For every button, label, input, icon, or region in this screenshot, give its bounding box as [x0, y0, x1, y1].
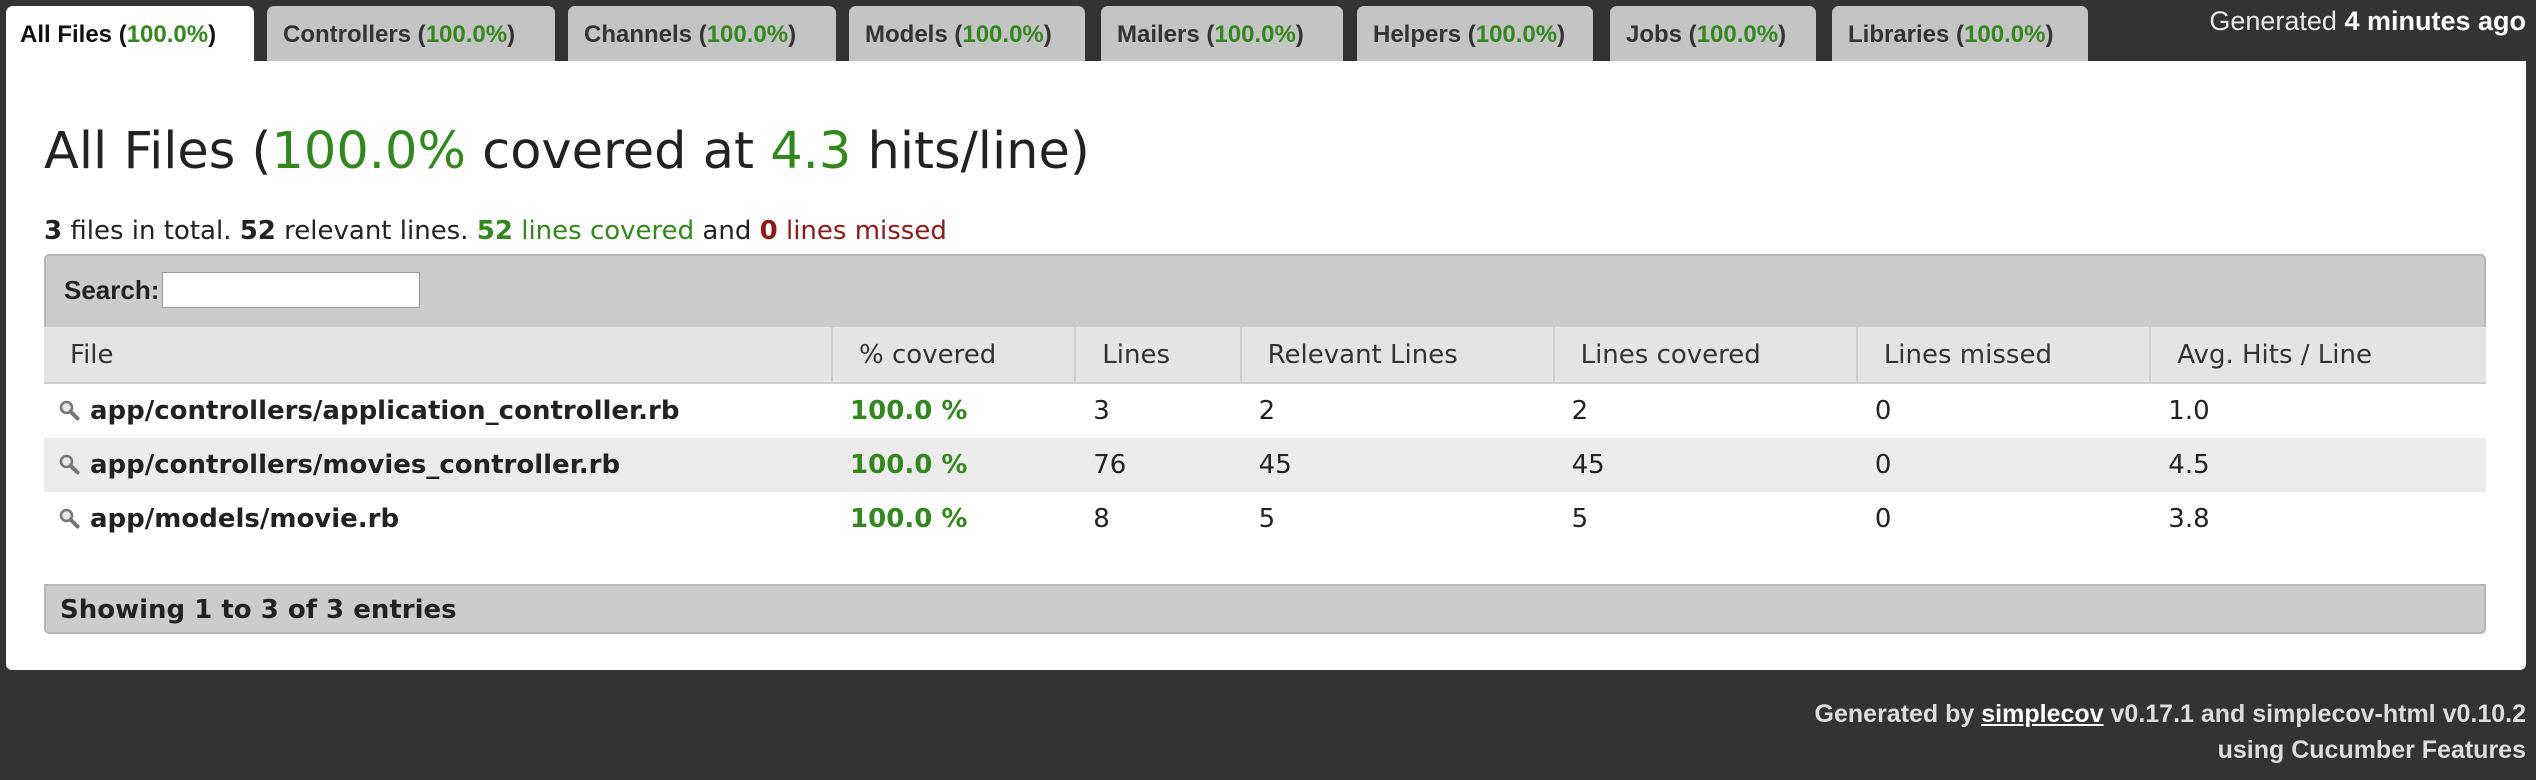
tab-mailers[interactable]: Mailers (100.0%): [1101, 6, 1343, 62]
lines-missed-cell: 0: [1856, 438, 2151, 492]
missed-text: lines missed: [777, 216, 947, 246]
covered-text: lines covered: [512, 216, 695, 246]
tab-label: Mailers: [1117, 21, 1200, 48]
avg-hits-cell: 1.0: [2150, 383, 2486, 438]
relevant-cell: 45: [1240, 438, 1554, 492]
tab-pct: 100.0%: [1696, 21, 1779, 48]
column-header-file[interactable]: File: [44, 327, 834, 384]
generated-timestamp: Generated 4 minutes ago: [2209, 6, 2526, 37]
column-header-lines-covered[interactable]: Lines covered: [1553, 327, 1858, 384]
covered-cell: 100.0 %: [832, 383, 1076, 438]
tab-pct: 100.0%: [1475, 21, 1558, 48]
relevant-cell: 2: [1240, 383, 1554, 438]
column-header-relevant[interactable]: Relevant Lines: [1240, 327, 1555, 384]
credits-prefix: Generated by: [1814, 700, 1982, 728]
simplecov-link[interactable]: simplecov: [1981, 700, 2103, 728]
table-row: app/controllers/movies_controller.rb 100…: [44, 438, 2486, 492]
generated-prefix: Generated: [2209, 6, 2345, 36]
column-header-lines-missed[interactable]: Lines missed: [1856, 327, 2152, 384]
tab-pct: 100.0%: [126, 21, 209, 48]
title-prefix: All Files (: [44, 122, 272, 181]
tab-label: Channels: [584, 21, 693, 48]
covered-cell: 100.0 %: [832, 492, 1076, 546]
column-header-covered[interactable]: % covered: [832, 327, 1077, 384]
lines-cell: 3: [1075, 383, 1241, 438]
title-hits: 4.3: [770, 122, 852, 181]
magnifier-icon: [59, 400, 80, 421]
tab-helpers[interactable]: Helpers (100.0%): [1357, 6, 1593, 62]
relevant-count: 52: [239, 216, 276, 246]
column-header-lines[interactable]: Lines: [1075, 327, 1242, 384]
table-row: app/models/movie.rb 100.0 % 8 5 5 0 3.8: [44, 492, 2486, 546]
tab-jobs[interactable]: Jobs (100.0%): [1610, 6, 1816, 62]
file-cell[interactable]: app/models/movie.rb: [44, 492, 833, 546]
table-footer: Showing 1 to 3 of 3 entries: [44, 584, 2486, 634]
credits-line-1: Generated by simplecov v0.17.1 and simpl…: [1815, 696, 2526, 732]
coverage-panel: All Files (100.0% covered at 4.3 hits/li…: [6, 61, 2526, 670]
table-row: app/controllers/application_controller.r…: [44, 383, 2486, 438]
file-link[interactable]: app/controllers/application_controller.r…: [90, 396, 679, 426]
files-table: File % covered Lines Relevant Lines Line…: [44, 327, 2486, 546]
tab-label: Libraries: [1848, 21, 1950, 48]
tab-label: Controllers: [283, 21, 412, 48]
tab-pct: 100.0%: [962, 21, 1044, 48]
covered-count: 52: [476, 216, 513, 246]
tab-label: Helpers: [1373, 21, 1462, 48]
title-coverage-pct: 100.0%: [271, 122, 466, 181]
files-count: 3: [44, 216, 63, 246]
lines-cell: 8: [1075, 492, 1241, 546]
file-cell[interactable]: app/controllers/application_controller.r…: [44, 383, 833, 438]
lines-cell: 76: [1075, 438, 1241, 492]
page-title: All Files (100.0% covered at 4.3 hits/li…: [44, 117, 1090, 187]
file-link[interactable]: app/models/movie.rb: [90, 504, 399, 534]
magnifier-icon: [59, 454, 80, 475]
file-cell[interactable]: app/controllers/movies_controller.rb: [44, 438, 833, 492]
lines-covered-cell: 45: [1553, 438, 1857, 492]
credits: Generated by simplecov v0.17.1 and simpl…: [1815, 696, 2526, 768]
avg-hits-cell: 3.8: [2150, 492, 2486, 546]
credits-line-2: using Cucumber Features: [2217, 736, 2526, 764]
column-header-avg-hits[interactable]: Avg. Hits / Line: [2150, 327, 2486, 384]
lines-missed-cell: 0: [1856, 383, 2151, 438]
search-label: Search:: [64, 275, 160, 305]
table-header-row: File % covered Lines Relevant Lines Line…: [44, 327, 2486, 384]
tab-pct: 100.0%: [1214, 21, 1296, 48]
tab-channels[interactable]: Channels (100.0%): [568, 6, 836, 62]
tab-label: Models: [865, 21, 948, 48]
tab-libraries[interactable]: Libraries (100.0%): [1832, 6, 2088, 62]
relevant-text: relevant lines.: [275, 216, 477, 246]
generated-time: 4 minutes ago: [2344, 6, 2526, 36]
tab-label: Jobs: [1626, 21, 1683, 48]
tab-label: All Files: [20, 21, 113, 48]
coverage-summary: 3 files in total. 52 relevant lines. 52 …: [44, 216, 947, 246]
lines-missed-cell: 0: [1856, 492, 2151, 546]
lines-covered-cell: 2: [1553, 383, 1857, 438]
credits-versions: v0.17.1 and simplecov-html v0.10.2: [2103, 700, 2527, 728]
tab-pct: 100.0%: [1964, 21, 2046, 48]
title-suffix: hits/line): [851, 122, 1090, 181]
and-text: and: [694, 216, 760, 246]
files-text: files in total.: [62, 216, 240, 246]
tab-controllers[interactable]: Controllers (100.0%): [267, 6, 555, 62]
lines-covered-cell: 5: [1553, 492, 1857, 546]
tab-models[interactable]: Models (100.0%): [849, 6, 1085, 62]
tab-pct: 100.0%: [425, 21, 508, 48]
avg-hits-cell: 4.5: [2150, 438, 2486, 492]
missed-count: 0: [759, 216, 778, 246]
tab-pct: 100.0%: [706, 21, 789, 48]
tab-all-files[interactable]: All Files (100.0%): [6, 6, 254, 68]
magnifier-icon: [59, 508, 80, 529]
search-bar: Search:: [44, 254, 2486, 329]
covered-cell: 100.0 %: [832, 438, 1076, 492]
file-link[interactable]: app/controllers/movies_controller.rb: [90, 450, 620, 480]
title-mid: covered at: [465, 122, 771, 181]
entries-info: Showing 1 to 3 of 3 entries: [60, 595, 457, 625]
relevant-cell: 5: [1240, 492, 1554, 546]
search-input[interactable]: [162, 272, 420, 308]
